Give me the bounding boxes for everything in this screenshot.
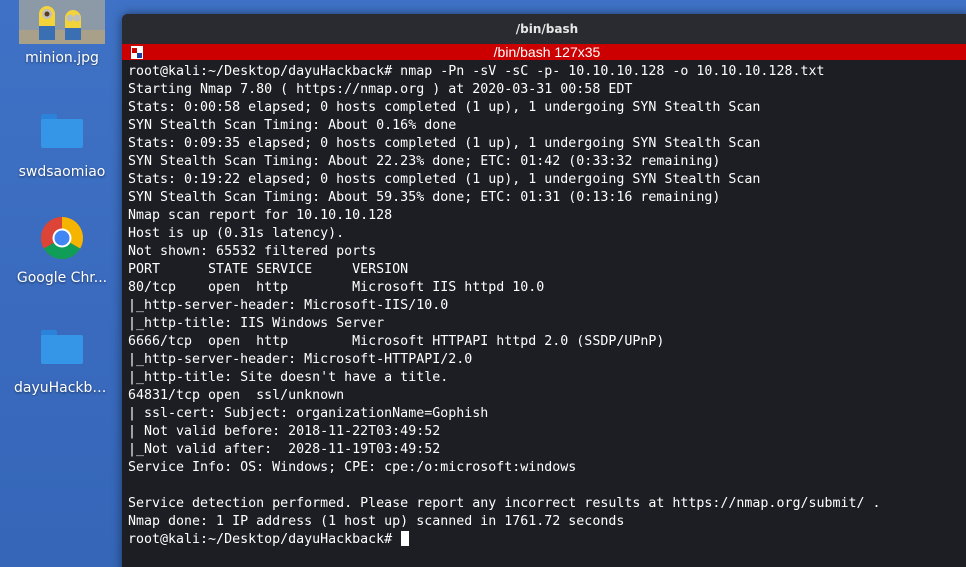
desktop-icon-swdsaomiao[interactable]: swdsaomiao xyxy=(14,114,110,180)
terminal-line: Nmap done: 1 IP address (1 host up) scan… xyxy=(128,514,625,529)
terminal-line: Service Info: OS: Windows; CPE: cpe:/o:m… xyxy=(128,460,577,475)
desktop-icon-minion[interactable]: minion.jpg xyxy=(14,0,110,66)
terminal-line: Starting Nmap 7.80 ( https://nmap.org ) … xyxy=(128,82,633,97)
terminal-prompt: root@kali:~/Desktop/dayuHackback# xyxy=(128,532,401,547)
terminal-window[interactable]: /bin/bash /bin/bash 127x35 root@kali:~/D… xyxy=(122,14,966,567)
terminal-tab-title: /bin/bash 127x35 xyxy=(493,44,601,60)
desktop-icon-label: dayuHackba... xyxy=(14,380,110,396)
chrome-icon xyxy=(40,216,84,260)
terminal-line: | Not valid before: 2018-11-22T03:49:52 xyxy=(128,424,441,439)
terminal-cursor xyxy=(401,531,410,546)
terminal-line: Stats: 0:09:35 elapsed; 0 hosts complete… xyxy=(128,136,761,151)
desktop-icon-dayuhackback[interactable]: dayuHackba... xyxy=(14,330,110,396)
terminal-line: Host is up (0.31s latency). xyxy=(128,226,345,241)
window-titlebar[interactable]: /bin/bash xyxy=(122,14,966,44)
terminal-line: |_Not valid after: 2028-11-19T03:49:52 xyxy=(128,442,441,457)
window-title: /bin/bash xyxy=(515,22,579,36)
terminal-line: |_http-server-header: Microsoft-HTTPAPI/… xyxy=(128,352,473,367)
terminal-line: Nmap scan report for 10.10.10.128 xyxy=(128,208,393,223)
terminal-line: Not shown: 65532 filtered ports xyxy=(128,244,377,259)
image-thumbnail-icon xyxy=(19,0,105,44)
terminal-line: SYN Stealth Scan Timing: About 22.23% do… xyxy=(128,154,721,169)
desktop-icon-label: Google Chr... xyxy=(16,270,108,286)
desktop-icon-label: minion.jpg xyxy=(25,50,99,66)
terminal-split-icon[interactable] xyxy=(131,46,143,59)
folder-icon xyxy=(41,114,83,148)
terminal-line: Stats: 0:19:22 elapsed; 0 hosts complete… xyxy=(128,172,761,187)
terminal-line: |_http-title: Site doesn't have a title. xyxy=(128,370,449,385)
desktop-icon-label: swdsaomiao xyxy=(18,164,106,180)
desktop-icon-google-chrome[interactable]: Google Chr... xyxy=(14,216,110,286)
terminal-line: root@kali:~/Desktop/dayuHackback# nmap -… xyxy=(128,64,825,79)
terminal-line: | ssl-cert: Subject: organizationName=Go… xyxy=(128,406,489,421)
terminal-line: 80/tcp open http Microsoft IIS httpd 10.… xyxy=(128,280,545,295)
terminal-line: SYN Stealth Scan Timing: About 0.16% don… xyxy=(128,118,457,133)
terminal-line: SYN Stealth Scan Timing: About 59.35% do… xyxy=(128,190,721,205)
terminal-line: 6666/tcp open http Microsoft HTTPAPI htt… xyxy=(128,334,665,349)
terminal-line: Stats: 0:00:58 elapsed; 0 hosts complete… xyxy=(128,100,761,115)
terminal-line: PORT STATE SERVICE VERSION xyxy=(128,262,409,277)
terminal-output[interactable]: root@kali:~/Desktop/dayuHackback# nmap -… xyxy=(122,60,966,549)
terminal-line: Service detection performed. Please repo… xyxy=(128,496,881,511)
terminal-line: |_http-server-header: Microsoft-IIS/10.0 xyxy=(128,298,449,313)
terminal-tab[interactable]: /bin/bash 127x35 xyxy=(122,44,966,60)
folder-icon xyxy=(41,330,83,364)
terminal-line: 64831/tcp open ssl/unknown xyxy=(128,388,345,403)
terminal-prompt-line[interactable]: root@kali:~/Desktop/dayuHackback# xyxy=(128,531,966,549)
terminal-line: |_http-title: IIS Windows Server xyxy=(128,316,385,331)
